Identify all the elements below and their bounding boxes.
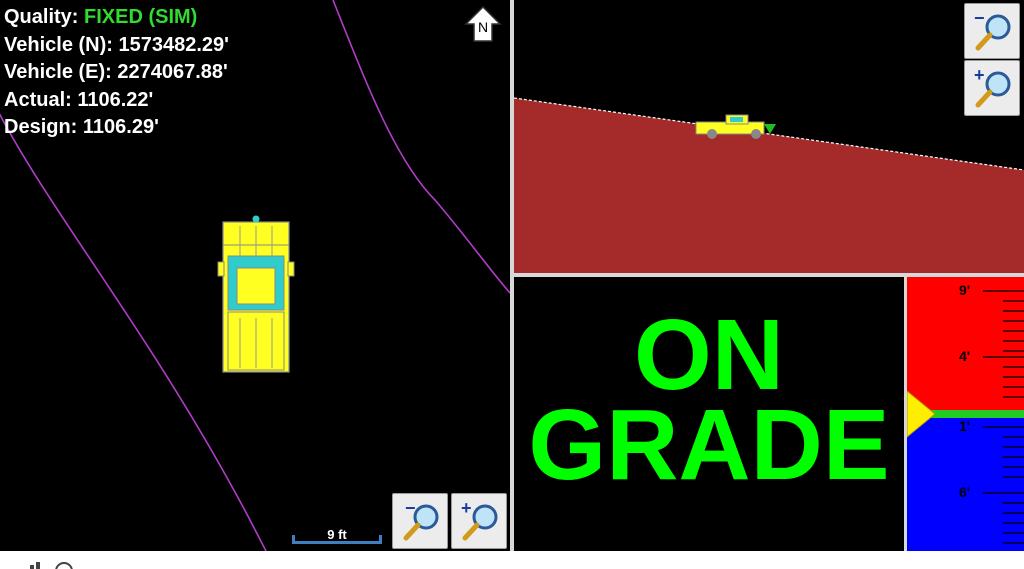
vehicle-northing-label: Vehicle (N): (4, 33, 113, 56)
north-arrow-button[interactable]: N (463, 4, 503, 44)
grade-status-line2: GRADE (528, 389, 890, 501)
design-elevation-label: Design: (4, 116, 78, 138)
vehicle-easting-row: Vehicle (E): 2274067.88' (4, 59, 229, 87)
vehicle-northing-row: Vehicle (N): 1573482.29' (4, 32, 229, 60)
grade-gauge-graphic (907, 277, 1024, 551)
north-label: N (478, 19, 488, 35)
actual-elevation-label: Actual: (4, 88, 72, 111)
plan-view[interactable]: Quality: FIXED (SIM) Vehicle (N): 157348… (0, 0, 510, 551)
vehicle-easting-value: 2274067.88' (117, 61, 228, 83)
blade-marker (764, 124, 776, 134)
quality-label: Quality: (4, 6, 79, 28)
profile-zoom-out-button[interactable]: − (964, 3, 1020, 59)
grade-indicator-gauge: 9' 4' 1' 6' (907, 277, 1024, 551)
plan-zoom-out-button[interactable]: − (392, 493, 448, 549)
map-scale-bar: 9 ft (290, 525, 384, 547)
gauge-tick-label-bottom: 6' (959, 484, 971, 500)
profile-view[interactable]: − + (514, 0, 1024, 273)
grade-status-panel: ON GRADE (514, 277, 904, 551)
vehicle-easting-label: Vehicle (E): (4, 61, 112, 83)
signal-icon (30, 562, 73, 569)
design-elevation-row: Design: 1106.29' (4, 114, 229, 142)
design-elevation-value: 1106.29' (82, 116, 159, 138)
profile-zoom-in-button[interactable]: + (964, 60, 1020, 116)
zoom-out-sign: − (974, 8, 985, 28)
quality-value: FIXED (SIM) (84, 6, 198, 28)
position-readout: Quality: FIXED (SIM) Vehicle (N): 157348… (4, 4, 229, 142)
zoom-in-sign: + (461, 498, 472, 518)
gauge-tick-label-top: 9' (959, 282, 971, 298)
actual-elevation-row: Actual: 1106.22' (4, 87, 229, 115)
zoom-out-icon: − (403, 498, 439, 541)
vehicle-plan-icon (217, 215, 295, 373)
vehicle-northing-value: 1573482.29' (118, 33, 229, 56)
plan-zoom-in-button[interactable]: + (451, 493, 507, 549)
bottom-status-bar (0, 551, 1024, 569)
zoom-in-sign: + (974, 65, 985, 85)
zoom-in-icon: + (974, 65, 1011, 108)
scale-label: 9 ft (327, 527, 347, 542)
north-arrow-icon: N (464, 5, 502, 42)
zoom-out-icon: − (974, 8, 1011, 51)
profile-cross-section (514, 97, 1024, 273)
on-grade-band (929, 410, 1024, 418)
gauge-tick-label-upper: 4' (959, 348, 971, 364)
zoom-in-icon: + (461, 498, 498, 541)
gauge-tick-label-lower: 1' (959, 418, 971, 434)
actual-elevation-value: 1106.22' (77, 88, 154, 111)
quality-row: Quality: FIXED (SIM) (4, 4, 229, 32)
